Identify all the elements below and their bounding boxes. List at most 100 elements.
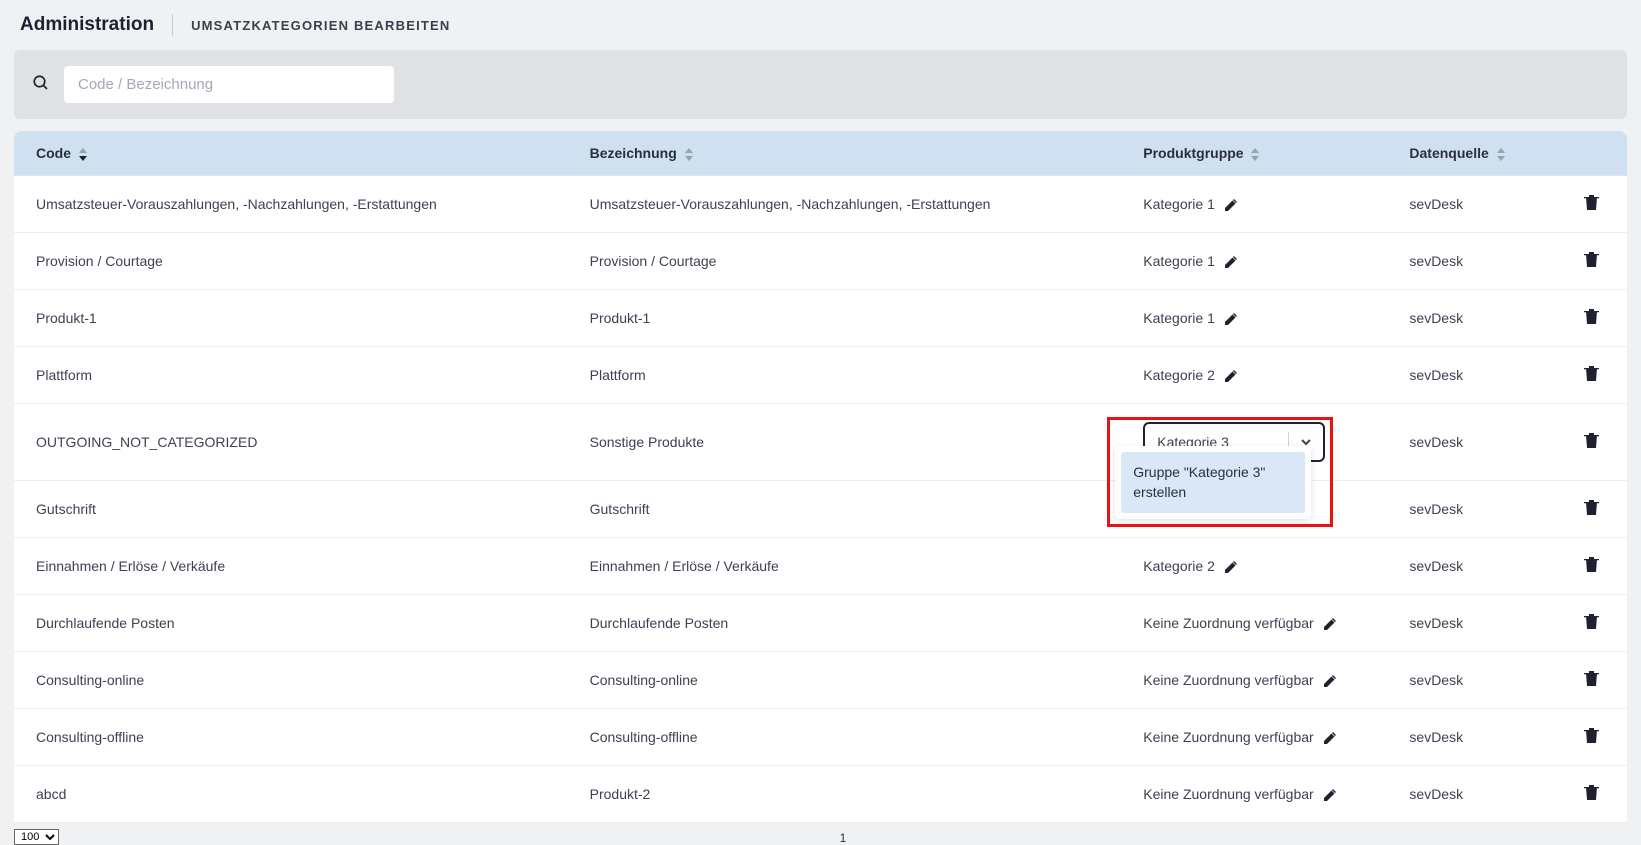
cell-code: Consulting-offline bbox=[14, 709, 568, 766]
cell-actions bbox=[1558, 290, 1627, 347]
table-row: OUTGOING_NOT_CATEGORIZEDSonstige Produkt… bbox=[14, 404, 1627, 481]
cell-produktgruppe: Kategorie 1 bbox=[1121, 233, 1387, 290]
edit-icon[interactable] bbox=[1322, 787, 1337, 802]
edit-icon[interactable] bbox=[1322, 673, 1337, 688]
cell-produktgruppe: Kategorie 3Gruppe "Kategorie 3" erstelle… bbox=[1121, 404, 1387, 481]
table-row: Durchlaufende PostenDurchlaufende Posten… bbox=[14, 595, 1627, 652]
cell-datenquelle: sevDesk bbox=[1387, 766, 1557, 823]
group-label: Kategorie 2 bbox=[1143, 558, 1215, 574]
col-header-bezeichnung[interactable]: Bezeichnung bbox=[568, 131, 1122, 176]
pager: 100 1 bbox=[14, 829, 1627, 845]
cell-bezeichnung: Produkt-1 bbox=[568, 290, 1122, 347]
table-row: Consulting-offlineConsulting-offline Kein… bbox=[14, 709, 1627, 766]
edit-icon[interactable] bbox=[1223, 368, 1238, 383]
cell-actions bbox=[1558, 538, 1627, 595]
pager-current-page: 1 bbox=[59, 829, 1627, 845]
cell-code: OUTGOING_NOT_CATEGORIZED bbox=[14, 404, 568, 481]
trash-icon[interactable] bbox=[1584, 784, 1599, 801]
cell-actions bbox=[1558, 709, 1627, 766]
cell-bezeichnung: Plattform bbox=[568, 347, 1122, 404]
cell-produktgruppe: Keine Zuordnung verfügbar bbox=[1121, 595, 1387, 652]
edit-icon[interactable] bbox=[1223, 559, 1238, 574]
sort-icon bbox=[1497, 148, 1505, 161]
cell-datenquelle: sevDesk bbox=[1387, 290, 1557, 347]
cell-code: abcd bbox=[14, 766, 568, 823]
cell-code: Umsatzsteuer-Vorauszahlungen, -Nachzahlu… bbox=[14, 176, 568, 233]
trash-icon[interactable] bbox=[1584, 365, 1599, 382]
edit-icon[interactable] bbox=[1322, 616, 1337, 631]
page-title: Administration bbox=[20, 14, 154, 36]
cell-code: Durchlaufende Posten bbox=[14, 595, 568, 652]
cell-bezeichnung: Consulting-offline bbox=[568, 709, 1122, 766]
trash-icon[interactable] bbox=[1584, 499, 1599, 516]
cell-datenquelle: sevDesk bbox=[1387, 481, 1557, 538]
trash-icon[interactable] bbox=[1584, 727, 1599, 744]
trash-icon[interactable] bbox=[1584, 308, 1599, 325]
trash-icon[interactable] bbox=[1584, 251, 1599, 268]
cell-datenquelle: sevDesk bbox=[1387, 709, 1557, 766]
group-label: Kategorie 1 bbox=[1143, 196, 1215, 212]
sort-icon bbox=[79, 148, 87, 161]
trash-icon[interactable] bbox=[1584, 670, 1599, 687]
cell-produktgruppe: Kategorie 1 bbox=[1121, 290, 1387, 347]
cell-actions bbox=[1558, 595, 1627, 652]
cell-bezeichnung: Consulting-online bbox=[568, 652, 1122, 709]
group-label: Kategorie 1 bbox=[1143, 253, 1215, 269]
page-header: Administration UMSATZKATEGORIEN BEARBEIT… bbox=[0, 0, 1641, 50]
cell-datenquelle: sevDesk bbox=[1387, 404, 1557, 481]
dropdown-option-create[interactable]: Gruppe "Kategorie 3" erstellen bbox=[1121, 452, 1305, 513]
cell-actions bbox=[1558, 652, 1627, 709]
group-label: Keine Zuordnung verfügbar bbox=[1143, 786, 1313, 802]
table-row: PlattformPlattform Kategorie 2 sevDesk bbox=[14, 347, 1627, 404]
table-row: Produkt-1Produkt-1Kategorie 1sevDesk bbox=[14, 290, 1627, 347]
group-label: Keine Zuordnung verfügbar bbox=[1143, 729, 1313, 745]
cell-produktgruppe: Keine Zuordnung verfügbar bbox=[1121, 709, 1387, 766]
cell-actions bbox=[1558, 404, 1627, 481]
col-header-datenquelle[interactable]: Datenquelle bbox=[1387, 131, 1557, 176]
trash-icon[interactable] bbox=[1584, 194, 1599, 211]
cell-datenquelle: sevDesk bbox=[1387, 538, 1557, 595]
search-bar bbox=[14, 50, 1627, 119]
search-input[interactable] bbox=[64, 66, 394, 103]
header-divider bbox=[172, 14, 173, 36]
cell-actions bbox=[1558, 481, 1627, 538]
table-row: abcdProdukt-2 Keine Zuordnung verfügbar se… bbox=[14, 766, 1627, 823]
cell-code: Plattform bbox=[14, 347, 568, 404]
produktgruppe-dropdown: Gruppe "Kategorie 3" erstellen bbox=[1115, 446, 1311, 519]
col-header-produktgruppe[interactable]: Produktgruppe bbox=[1121, 131, 1387, 176]
group-label: Kategorie 2 bbox=[1143, 367, 1215, 383]
col-header-code[interactable]: Code bbox=[14, 131, 568, 176]
cell-code: Consulting-online bbox=[14, 652, 568, 709]
edit-icon[interactable] bbox=[1322, 730, 1337, 745]
cell-datenquelle: sevDesk bbox=[1387, 233, 1557, 290]
cell-datenquelle: sevDesk bbox=[1387, 347, 1557, 404]
edit-icon[interactable] bbox=[1223, 254, 1238, 269]
table-row: Einnahmen / Erlöse / VerkäufeEinnahmen /… bbox=[14, 538, 1627, 595]
cell-datenquelle: sevDesk bbox=[1387, 176, 1557, 233]
trash-icon[interactable] bbox=[1584, 556, 1599, 573]
cell-bezeichnung: Produkt-2 bbox=[568, 766, 1122, 823]
cell-bezeichnung: Gutschrift bbox=[568, 481, 1122, 538]
cell-produktgruppe: Kategorie 2 bbox=[1121, 347, 1387, 404]
cell-code: Einnahmen / Erlöse / Verkäufe bbox=[14, 538, 568, 595]
cell-bezeichnung: Durchlaufende Posten bbox=[568, 595, 1122, 652]
trash-icon[interactable] bbox=[1584, 432, 1599, 449]
cell-actions bbox=[1558, 176, 1627, 233]
group-label: Keine Zuordnung verfügbar bbox=[1143, 672, 1313, 688]
cell-actions bbox=[1558, 233, 1627, 290]
sort-icon bbox=[685, 148, 693, 161]
edit-icon[interactable] bbox=[1223, 197, 1238, 212]
cell-actions bbox=[1558, 766, 1627, 823]
cell-produktgruppe: Keine Zuordnung verfügbar bbox=[1121, 766, 1387, 823]
sort-icon bbox=[1251, 148, 1259, 161]
table-row: Provision / CourtageProvision / Courtage… bbox=[14, 233, 1627, 290]
search-icon bbox=[32, 74, 50, 95]
categories-table: Code Bezeichnung Produktgruppe bbox=[14, 131, 1627, 823]
cell-datenquelle: sevDesk bbox=[1387, 595, 1557, 652]
edit-icon[interactable] bbox=[1223, 311, 1238, 326]
page-size-select[interactable]: 100 bbox=[14, 829, 59, 845]
trash-icon[interactable] bbox=[1584, 613, 1599, 630]
cell-code: Gutschrift bbox=[14, 481, 568, 538]
group-label: Keine Zuordnung verfügbar bbox=[1143, 615, 1313, 631]
group-label: Kategorie 1 bbox=[1143, 310, 1215, 326]
